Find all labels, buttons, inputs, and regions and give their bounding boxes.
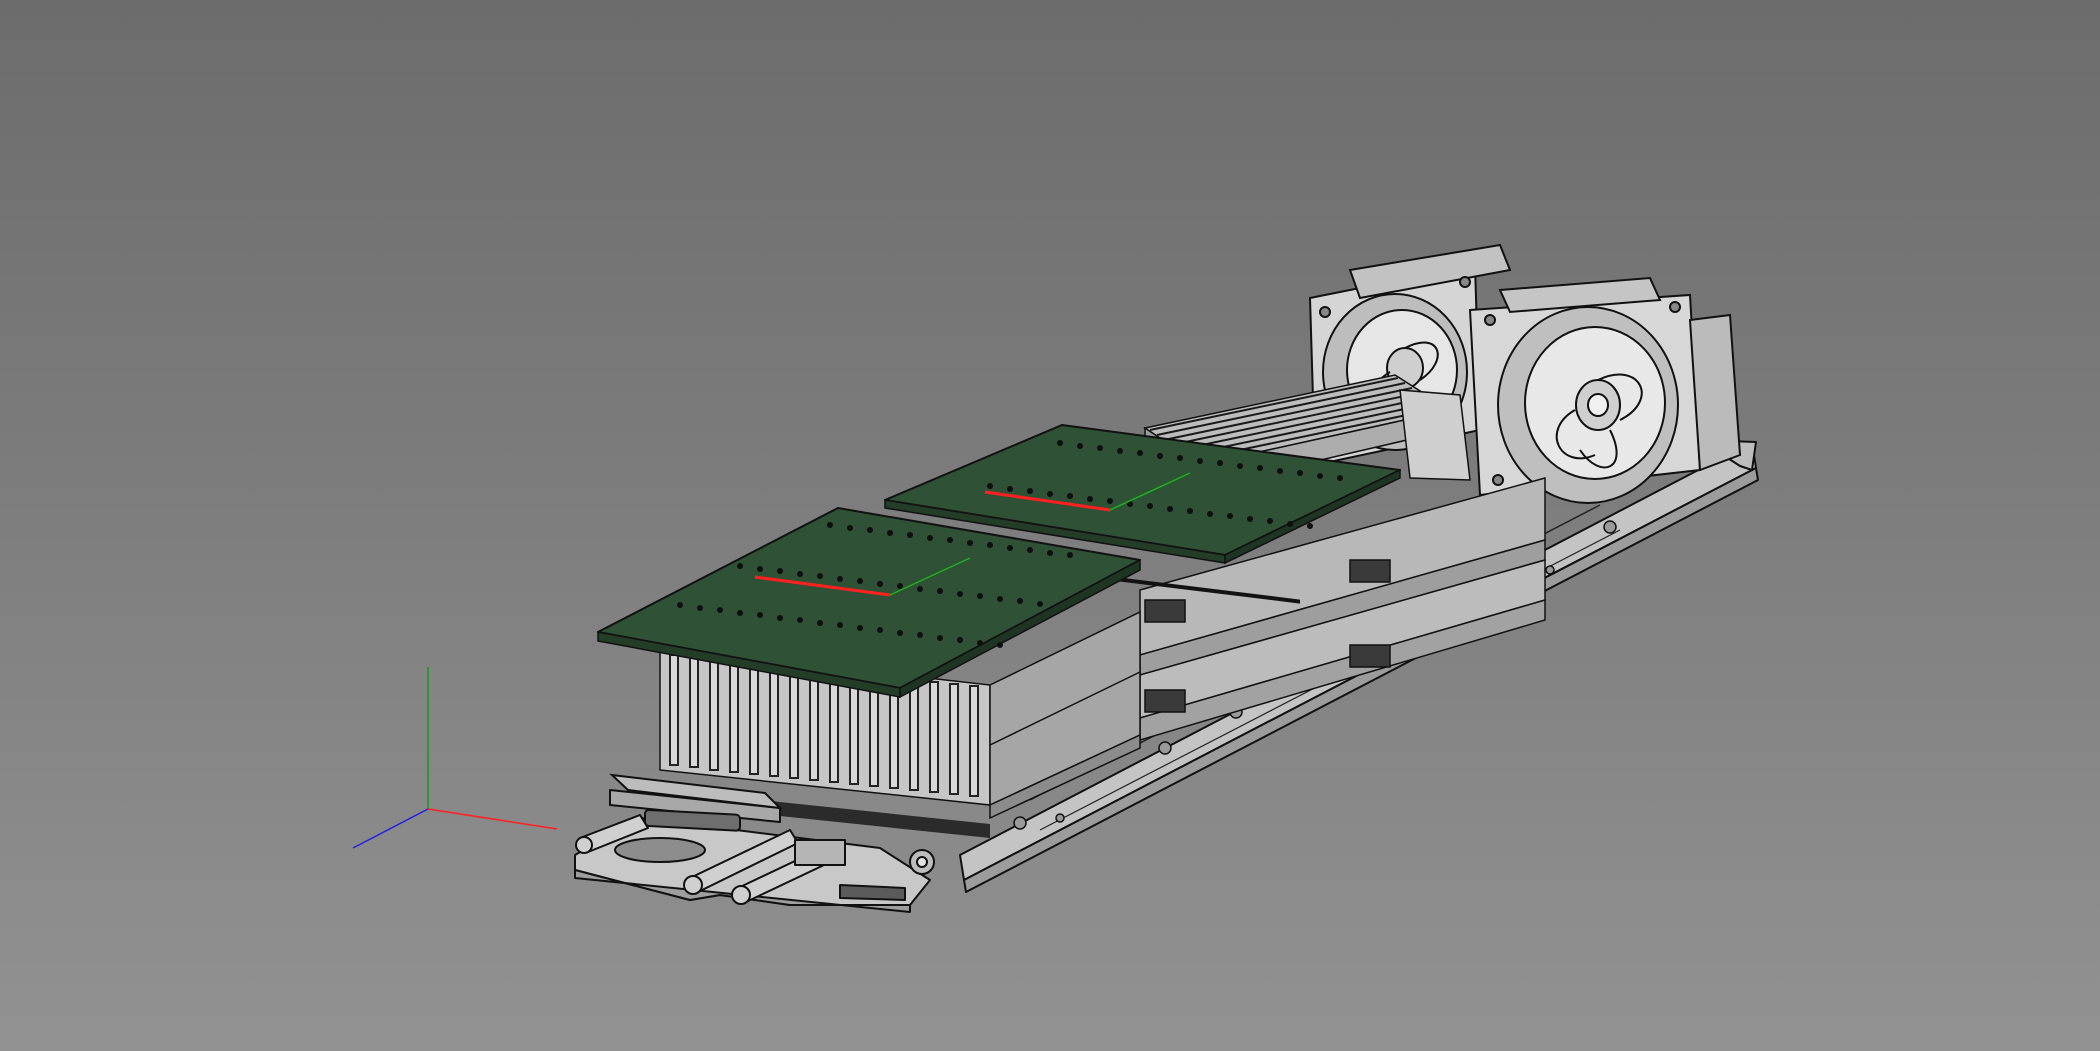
3d-viewport[interactable] (0, 0, 2100, 1051)
model-scene[interactable] (0, 0, 2100, 1051)
x-axis (427, 808, 558, 830)
cooling-fan-right[interactable] (1468, 276, 1742, 504)
z-axis (352, 808, 429, 849)
axis-triad (352, 667, 558, 849)
front-bracket-with-handles[interactable] (574, 789, 935, 913)
